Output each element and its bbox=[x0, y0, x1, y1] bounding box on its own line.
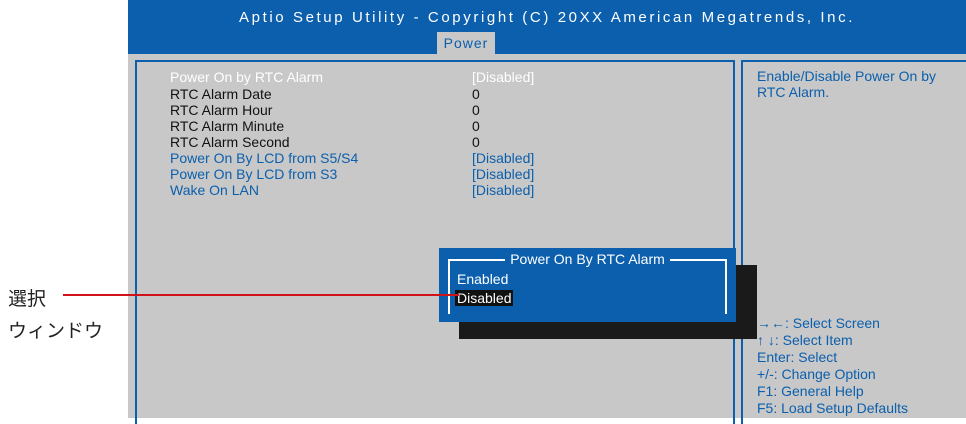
key-help-item: Enter: Select bbox=[757, 349, 838, 365]
key-help-item: →←: Select Screen bbox=[757, 315, 880, 331]
callout-label-line2: ウィンドウ bbox=[8, 321, 104, 342]
setting-value: 0 bbox=[472, 102, 480, 118]
setting-value: 0 bbox=[472, 86, 480, 102]
setting-label: RTC Alarm Date bbox=[170, 86, 272, 102]
key-help-item: ↑ ↓: Select Item bbox=[757, 332, 853, 348]
setting-value: 0 bbox=[472, 134, 480, 150]
key-help-item: F5: Load Setup Defaults bbox=[757, 400, 908, 416]
setting-value: [Disabled] bbox=[472, 69, 535, 85]
help-text: Enable/Disable Power On by RTC Alarm. bbox=[757, 68, 936, 100]
popup-option-enabled[interactable]: Enabled bbox=[457, 271, 508, 287]
setting-value: [Disabled] bbox=[472, 150, 535, 166]
setting-label: Wake On LAN bbox=[170, 182, 259, 198]
tab-power[interactable]: Power bbox=[437, 32, 495, 54]
setting-label: RTC Alarm Hour bbox=[170, 102, 273, 118]
setting-value: 0 bbox=[472, 118, 480, 134]
popup-option-disabled[interactable]: Disabled bbox=[455, 290, 514, 306]
key-help-item: F1: General Help bbox=[757, 383, 864, 399]
title-bar: Aptio Setup Utility - Copyright (C) 20XX… bbox=[128, 0, 966, 54]
setting-value: [Disabled] bbox=[472, 182, 535, 198]
setting-label: Power On by RTC Alarm bbox=[170, 69, 324, 85]
setting-label: RTC Alarm Second bbox=[170, 134, 290, 150]
callout-line bbox=[63, 294, 459, 296]
app-title: Aptio Setup Utility - Copyright (C) 20XX… bbox=[239, 9, 855, 26]
setting-label: RTC Alarm Minute bbox=[170, 118, 285, 134]
popup-title: Power On By RTC Alarm bbox=[439, 251, 736, 269]
key-help-list: →←: Select Screen ↑ ↓: Select Item Enter… bbox=[757, 315, 908, 417]
selection-popup: Power On By RTC Alarm Enabled Disabled bbox=[439, 248, 736, 322]
setting-label: Power On By LCD from S5/S4 bbox=[170, 150, 359, 166]
popup-title-text: Power On By RTC Alarm bbox=[505, 251, 670, 267]
key-help-item: +/-: Change Option bbox=[757, 366, 876, 382]
callout-label-line1: 選択 bbox=[8, 289, 47, 310]
setting-label: Power On By LCD from S3 bbox=[170, 166, 338, 182]
setting-value: [Disabled] bbox=[472, 166, 535, 182]
